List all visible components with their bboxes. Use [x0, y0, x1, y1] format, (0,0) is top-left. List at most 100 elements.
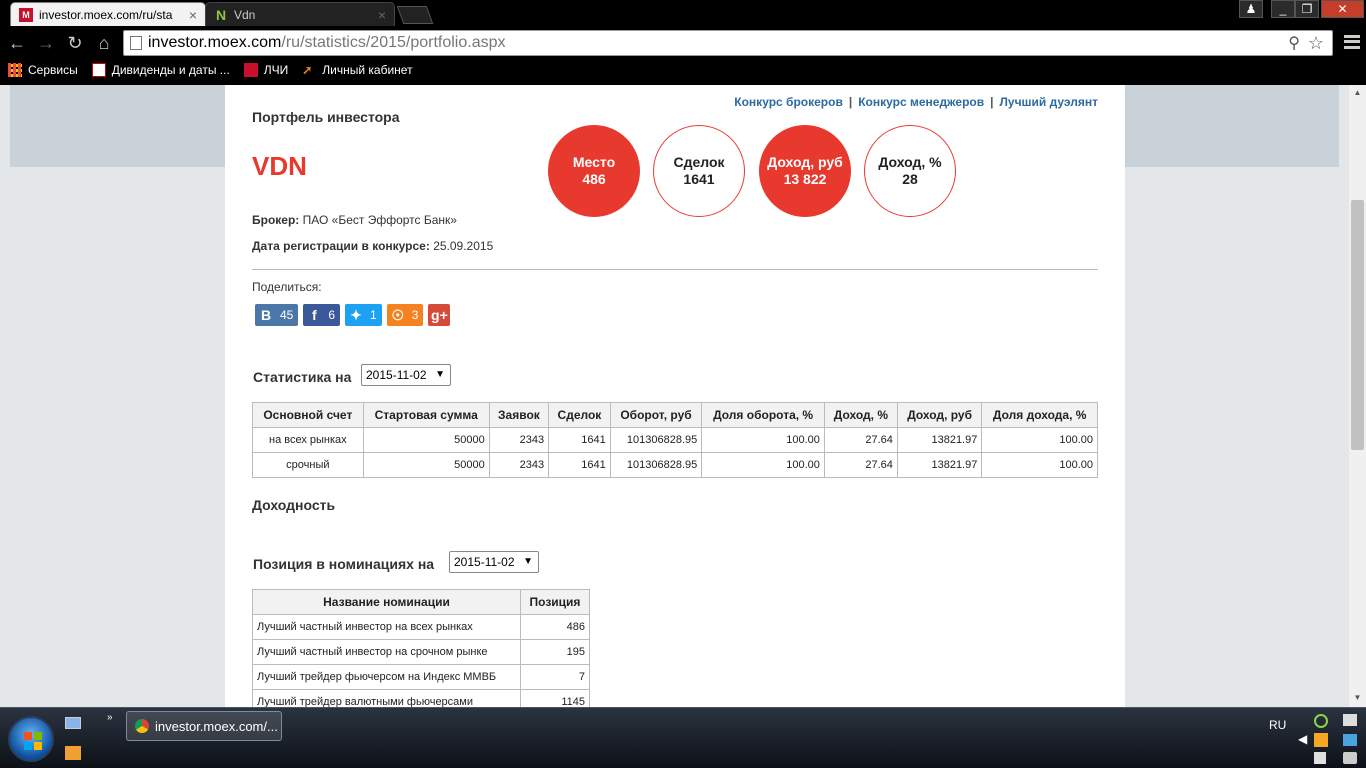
close-window-button[interactable]: ✕ — [1321, 0, 1364, 18]
show-desktop-icon[interactable] — [65, 717, 81, 729]
share-twitter-button[interactable]: ✦ 1 — [345, 304, 382, 326]
table-cell: срочный — [252, 452, 364, 478]
tab-investor[interactable]: M investor.moex.com/ru/sta × — [10, 2, 206, 26]
moex-favicon-icon — [243, 63, 258, 77]
circle-income-rub: Доход, руб 13 822 — [759, 125, 851, 217]
column-header: Доход, руб — [896, 402, 983, 428]
column-header: Заявок — [488, 402, 550, 428]
apps-grid-icon — [8, 63, 22, 77]
browser-chrome: M investor.moex.com/ru/sta × N Vdn × ♟ _… — [0, 0, 1366, 85]
table-cell: Лучший трейдер валютными фьючерсами — [252, 689, 521, 707]
back-icon[interactable]: ← — [5, 31, 29, 55]
reload-icon[interactable]: ↻ — [63, 31, 87, 55]
stats-date-select[interactable]: 2015-11-02 ▼ — [361, 364, 451, 386]
chrome-icon — [135, 719, 149, 733]
home-icon[interactable]: ⌂ — [92, 31, 116, 55]
page-content: Конкурс брокеров | Конкурс менеджеров | Лучш… — [225, 85, 1125, 707]
table-cell: 195 — [519, 639, 591, 665]
google-plus-icon: g+ — [431, 307, 448, 323]
chevron-down-icon: ▼ — [435, 369, 445, 380]
link-best-duelist[interactable]: Лучший дуэлянт — [999, 95, 1098, 109]
divider — [252, 269, 1098, 270]
share-odnoklassniki-button[interactable]: ☉ 3 — [386, 304, 424, 326]
scrollbar-thumb[interactable] — [1351, 200, 1364, 450]
column-header: Доход, % — [823, 402, 898, 428]
table-cell: 100.00 — [981, 427, 1098, 453]
tray-network-icon[interactable] — [1343, 714, 1357, 726]
url-host: investor.moex.com — [148, 34, 282, 51]
column-header: Основной счет — [252, 402, 364, 428]
menu-icon[interactable] — [1344, 35, 1360, 49]
nominations-table: Название номинации Позиция Лучший частный… — [252, 589, 591, 707]
page-title: Портфель инвестора — [252, 109, 400, 125]
scroll-down-icon[interactable]: ▼ — [1353, 693, 1362, 702]
tray-warning-icon[interactable] — [1314, 733, 1328, 747]
scroll-up-icon[interactable]: ▲ — [1353, 88, 1362, 97]
twitter-icon: ✦ — [350, 306, 362, 323]
page-icon — [130, 36, 142, 50]
registration-info: Дата регистрации в конкурсе: 25.09.2015 — [252, 239, 494, 253]
close-tab-icon[interactable]: × — [189, 7, 197, 23]
table-row: Лучший частный инвестор на срочном рынке… — [252, 639, 591, 665]
profit-title: Доходность — [252, 497, 336, 513]
table-cell: 2343 — [488, 452, 550, 478]
bookmark-cabinet[interactable]: ➚ Личный кабинет — [302, 63, 412, 77]
language-indicator[interactable]: RU — [1269, 718, 1286, 732]
table-cell: 100.00 — [701, 452, 825, 478]
bookmark-services[interactable]: Сервисы — [8, 63, 78, 77]
table-cell: 1641 — [548, 427, 611, 453]
table-cell: 101306828.95 — [609, 427, 703, 453]
forward-icon[interactable]: → — [34, 31, 58, 55]
table-cell: 50000 — [362, 452, 490, 478]
table-cell: 27.64 — [823, 452, 898, 478]
tray-volume-icon[interactable] — [1343, 752, 1357, 764]
column-header: Сделок — [548, 402, 611, 428]
tab-title: Vdn — [234, 7, 256, 22]
tray-flag-icon[interactable] — [1314, 752, 1326, 764]
vk-icon: B — [260, 307, 272, 323]
minimize-button[interactable]: _ — [1271, 0, 1295, 18]
link-managers-contest[interactable]: Конкурс менеджеров — [858, 95, 984, 109]
odnoklassniki-icon: ☉ — [391, 306, 405, 323]
link-brokers-contest[interactable]: Конкурс брокеров — [734, 95, 843, 109]
new-tab-button[interactable] — [396, 6, 434, 24]
bookmark-dividends[interactable]: Дивиденды и даты ... — [91, 63, 230, 77]
stats-title: Статистика на — [253, 369, 352, 385]
bookmark-star-icon[interactable]: ☆ — [1308, 33, 1324, 54]
taskbar: » investor.moex.com/... RU ◀ — [0, 707, 1366, 768]
table-cell: 101306828.95 — [609, 452, 703, 478]
bookmark-lchi[interactable]: ЛЧИ — [243, 63, 288, 77]
tray-display-icon[interactable] — [1343, 734, 1357, 746]
nominations-title: Позиция в номинациях на — [253, 556, 435, 572]
windows-logo-icon — [24, 732, 42, 750]
vdn-favicon-icon: N — [215, 6, 227, 23]
restore-button[interactable]: ❐ — [1295, 0, 1319, 18]
circle-income-pct: Доход, % 28 — [864, 125, 956, 217]
bookmarks-bar: Сервисы Дивиденды и даты ... ЛЧИ ➚ Личны… — [0, 58, 1366, 82]
tray-power-icon[interactable] — [1314, 714, 1328, 728]
tray-expand-icon[interactable]: ◀ — [1298, 732, 1307, 746]
address-bar[interactable]: investor.moex.com/ru/statistics/2015/por… — [123, 30, 1333, 56]
nominations-date-select[interactable]: 2015-11-02 ▼ — [449, 551, 539, 573]
circle-deals: Сделок 1641 — [653, 125, 745, 217]
start-button[interactable] — [8, 716, 54, 762]
share-facebook-button[interactable]: f6 — [303, 304, 341, 326]
table-cell: 100.00 — [981, 452, 1098, 478]
expand-icon[interactable]: » — [107, 712, 113, 723]
media-player-icon[interactable] — [65, 746, 81, 760]
tab-vdn[interactable]: N Vdn × — [205, 2, 395, 26]
share-vk-button[interactable]: B 45 — [255, 304, 299, 326]
share-google-plus-button[interactable]: g+ — [428, 304, 451, 326]
user-icon[interactable]: ♟ — [1239, 0, 1263, 18]
investor-nick: VDN — [252, 151, 307, 181]
taskbar-chrome-window[interactable]: investor.moex.com/... — [126, 711, 282, 741]
close-tab-icon[interactable]: × — [378, 7, 386, 23]
vertical-scrollbar[interactable]: ▲ ▼ — [1349, 85, 1366, 707]
column-header: Название номинации — [252, 589, 521, 615]
zoom-icon[interactable]: ⚲ — [1288, 33, 1300, 53]
cabinet-favicon-icon: ➚ — [302, 63, 313, 77]
column-header: Оборот, руб — [609, 402, 703, 428]
table-row: срочный 50000 2343 1641 101306828.95 100.00 27… — [252, 452, 1098, 478]
table-cell: на всех рынках — [252, 427, 364, 453]
top-links: Конкурс брокеров | Конкурс менеджеров | Лучш… — [734, 95, 1098, 109]
